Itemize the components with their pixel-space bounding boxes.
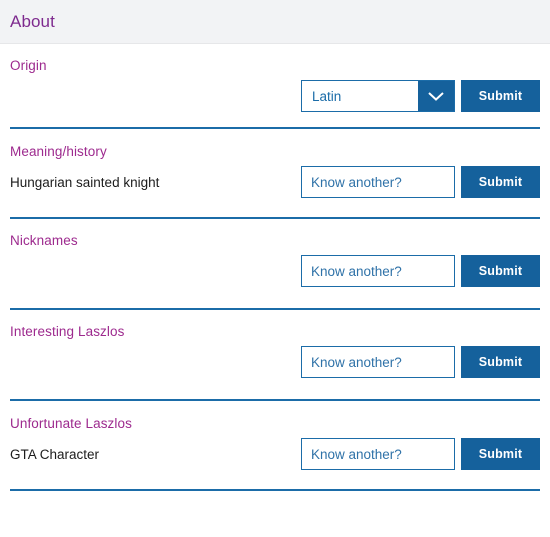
section-label-origin: Origin — [10, 58, 47, 73]
unfortunate-laszlos-value-text: GTA Character — [10, 446, 100, 462]
meaning-history-row: Hungarian sainted knight Submit — [10, 161, 540, 203]
section-meaning-history: Meaning/history Hungarian sainted knight… — [10, 129, 540, 219]
unfortunate-laszlos-controls: Submit — [301, 438, 540, 470]
meaning-history-input[interactable] — [301, 166, 455, 198]
origin-select[interactable]: Latin — [301, 80, 455, 112]
submit-button-interesting-laszlos[interactable]: Submit — [461, 346, 540, 378]
chevron-down-icon[interactable] — [418, 81, 454, 111]
interesting-laszlos-row: Submit — [10, 339, 540, 385]
section-interesting-laszlos: Interesting Laszlos Submit — [10, 310, 540, 401]
nicknames-row: Submit — [10, 248, 540, 294]
section-label-interesting-laszlos: Interesting Laszlos — [10, 324, 125, 339]
submit-button-unfortunate-laszlos[interactable]: Submit — [461, 438, 540, 470]
submit-button-meaning-history[interactable]: Submit — [461, 166, 540, 198]
meaning-history-controls: Submit — [301, 166, 540, 198]
nicknames-input[interactable] — [301, 255, 455, 287]
section-unfortunate-laszlos: Unfortunate Laszlos GTA Character Submit — [10, 401, 540, 491]
nicknames-controls: Submit — [301, 255, 540, 287]
meaning-history-value-text: Hungarian sainted knight — [10, 174, 160, 190]
about-header: About — [0, 0, 550, 44]
submit-button-nicknames[interactable]: Submit — [461, 255, 540, 287]
section-label-meaning-history: Meaning/history — [10, 144, 107, 159]
origin-controls: Latin Submit — [301, 80, 540, 112]
section-divider — [10, 489, 540, 491]
section-label-unfortunate-laszlos: Unfortunate Laszlos — [10, 416, 132, 431]
origin-select-value: Latin — [302, 81, 418, 111]
interesting-laszlos-controls: Submit — [301, 346, 540, 378]
about-sections: Origin Latin Submit Meaning/history Hung… — [0, 44, 550, 491]
section-nicknames: Nicknames Submit — [10, 219, 540, 310]
origin-row: Latin Submit — [10, 73, 540, 119]
unfortunate-laszlos-input[interactable] — [301, 438, 455, 470]
section-label-nicknames: Nicknames — [10, 233, 78, 248]
section-origin: Origin Latin Submit — [10, 44, 540, 129]
interesting-laszlos-input[interactable] — [301, 346, 455, 378]
unfortunate-laszlos-row: GTA Character Submit — [10, 433, 540, 475]
submit-button-origin[interactable]: Submit — [461, 80, 540, 112]
page-title: About — [10, 11, 55, 31]
